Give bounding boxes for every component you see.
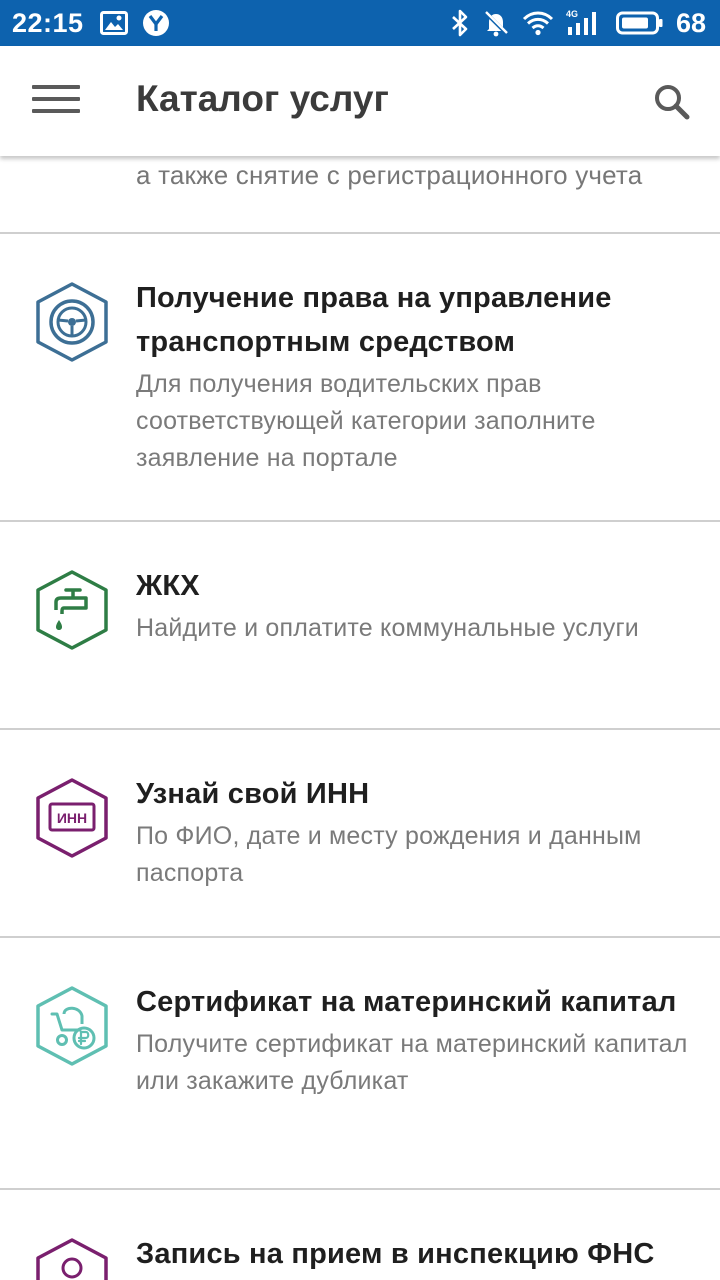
wifi-icon <box>522 10 554 36</box>
inn-card-icon: ИНН <box>34 776 110 860</box>
bluetooth-icon <box>450 9 470 37</box>
battery-level: 68 <box>675 7 706 38</box>
status-bar: 22:15 4G 68 <box>0 0 720 46</box>
notifications-off-icon <box>482 9 510 37</box>
water-tap-icon <box>34 568 110 652</box>
hamburger-menu-icon[interactable] <box>26 82 84 118</box>
person-icon <box>34 1236 110 1280</box>
signal-4g-icon: 4G <box>566 9 604 37</box>
list-item-inn[interactable]: ИНН Узнай свой ИНН По ФИО, дате и месту … <box>0 730 720 936</box>
list-item-description: По ФИО, дате и месту рождения и данным п… <box>136 822 642 887</box>
list-item-title: Узнай свой ИНН <box>136 778 370 810</box>
list-item-fns-appointment[interactable]: Запись на прием в инспекцию ФНС <box>0 1190 720 1280</box>
status-right: 4G 68 <box>450 8 706 39</box>
page-title: Каталог услуг <box>136 78 389 119</box>
list-item-title: Сертификат на материнский капитал <box>136 986 677 1018</box>
battery-icon <box>615 11 664 35</box>
list-item-title: Запись на прием в инспекцию ФНС <box>136 1238 655 1270</box>
list-item-driving-license[interactable]: Получение права на управление транспортн… <box>0 234 720 520</box>
list-item-description: Получите сертификат на материнский капит… <box>136 1030 688 1095</box>
status-left: 22:15 <box>12 8 184 39</box>
list-item-description: Для получения водительских прав соответс… <box>136 370 596 472</box>
list-item-maternity-capital[interactable]: Сертификат на материнский капитал Получи… <box>0 938 720 1188</box>
inn-icon-text: ИНН <box>57 810 87 826</box>
steering-wheel-icon <box>34 280 110 364</box>
app-bar: Каталог услуг <box>0 46 720 156</box>
list-item-housing-utilities[interactable]: ЖКХ Найдите и оплатите коммунальные услу… <box>0 522 720 728</box>
catalog-list: а также снятие с регистрационного учета … <box>0 156 720 1280</box>
stroller-ruble-icon <box>34 984 110 1068</box>
list-item-title: Получение права на управление транспортн… <box>136 282 612 358</box>
status-time: 22:15 <box>12 7 84 38</box>
list-item-description: Найдите и оплатите коммунальные услуги <box>136 614 639 642</box>
list-item-title: ЖКХ <box>136 570 200 602</box>
list-item-partial-description: а также снятие с регистрационного учета <box>136 160 643 190</box>
network-type-label: 4G <box>566 9 578 19</box>
yandex-icon <box>142 9 170 37</box>
gallery-icon <box>99 11 128 35</box>
search-icon[interactable] <box>648 78 696 126</box>
